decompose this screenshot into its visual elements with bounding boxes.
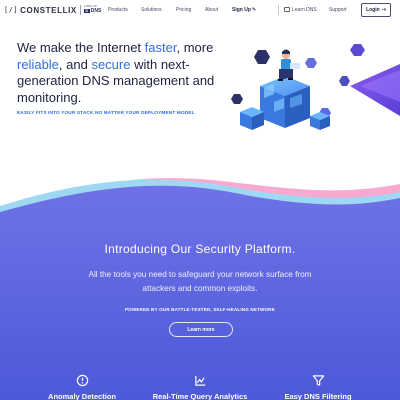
funnel-icon	[312, 375, 324, 386]
person-figure	[278, 49, 300, 81]
learn-dns-label: Learn DNS	[292, 7, 317, 13]
hero-title: We make the Internet faster, more reliab…	[17, 40, 247, 106]
pencil-icon: ✎	[251, 7, 257, 13]
clock-alert-icon	[76, 374, 88, 387]
nav-learn-dns[interactable]: Learn DNS	[284, 7, 317, 13]
feature-dns-filtering[interactable]: Easy DNS Filtering	[258, 374, 378, 400]
section-title: Introducing Our Security Platform.	[104, 242, 296, 256]
partner-brand: DNS	[90, 7, 102, 14]
chart-line-icon	[194, 375, 205, 386]
login-arrow-icon: ⇥	[381, 7, 386, 13]
nav-solutions[interactable]: Solutions	[141, 7, 162, 13]
feature-anomaly-detection[interactable]: Anomaly Detection	[22, 374, 142, 400]
hero-title-text: , more	[176, 40, 214, 55]
hero-title-text: , and	[58, 56, 92, 72]
login-label: Login	[366, 7, 380, 13]
logo-divider	[79, 5, 81, 15]
partner-badge: A PART OF D DNS	[83, 6, 102, 14]
section-description: All the tools you need to safeguard your…	[88, 270, 312, 293]
hero-illustration	[231, 44, 400, 130]
partner-logo-icon: D	[83, 8, 90, 14]
nav-about[interactable]: About	[205, 7, 218, 13]
nav-signup[interactable]: Sign Up✎	[232, 7, 256, 13]
hero-subtitle: EASILY FITS INTO YOUR STACK NO MATTER YO…	[17, 111, 195, 116]
nav-support[interactable]: Support	[329, 7, 347, 13]
login-button[interactable]: Login ⇥	[361, 3, 391, 17]
server-cubes	[240, 76, 330, 130]
nav-divider	[278, 5, 279, 15]
feature-label: Easy DNS Filtering	[284, 392, 352, 400]
signup-label: Sign Up	[232, 7, 251, 13]
feature-label: Real-Time Query Analytics	[152, 392, 248, 400]
book-icon	[284, 7, 290, 12]
logo[interactable]: [/] CONSTELLIX A PART OF D DNS	[4, 5, 101, 15]
feature-query-analytics[interactable]: Real-Time Query Analytics	[140, 374, 260, 400]
nav-pricing[interactable]: Pricing	[176, 7, 191, 13]
logo-mark: [/]	[4, 6, 19, 14]
learn-more-button[interactable]: Learn more	[169, 322, 233, 337]
nav-products[interactable]: Products	[108, 7, 128, 13]
hero-accent-secure: secure	[91, 56, 131, 72]
hero-accent-reliable: reliable	[17, 56, 59, 72]
hero-accent-faster: faster	[144, 40, 177, 55]
section-powered-by: POWERED BY OUR BATTLE-TESTED, SELF-HEALI…	[124, 307, 276, 312]
hero-title-text: We make the Internet	[17, 40, 145, 55]
feature-label: Anomaly Detection	[48, 392, 116, 400]
logo-text: CONSTELLIX	[20, 5, 77, 15]
top-nav: [/] CONSTELLIX A PART OF D DNS Products …	[0, 0, 400, 22]
